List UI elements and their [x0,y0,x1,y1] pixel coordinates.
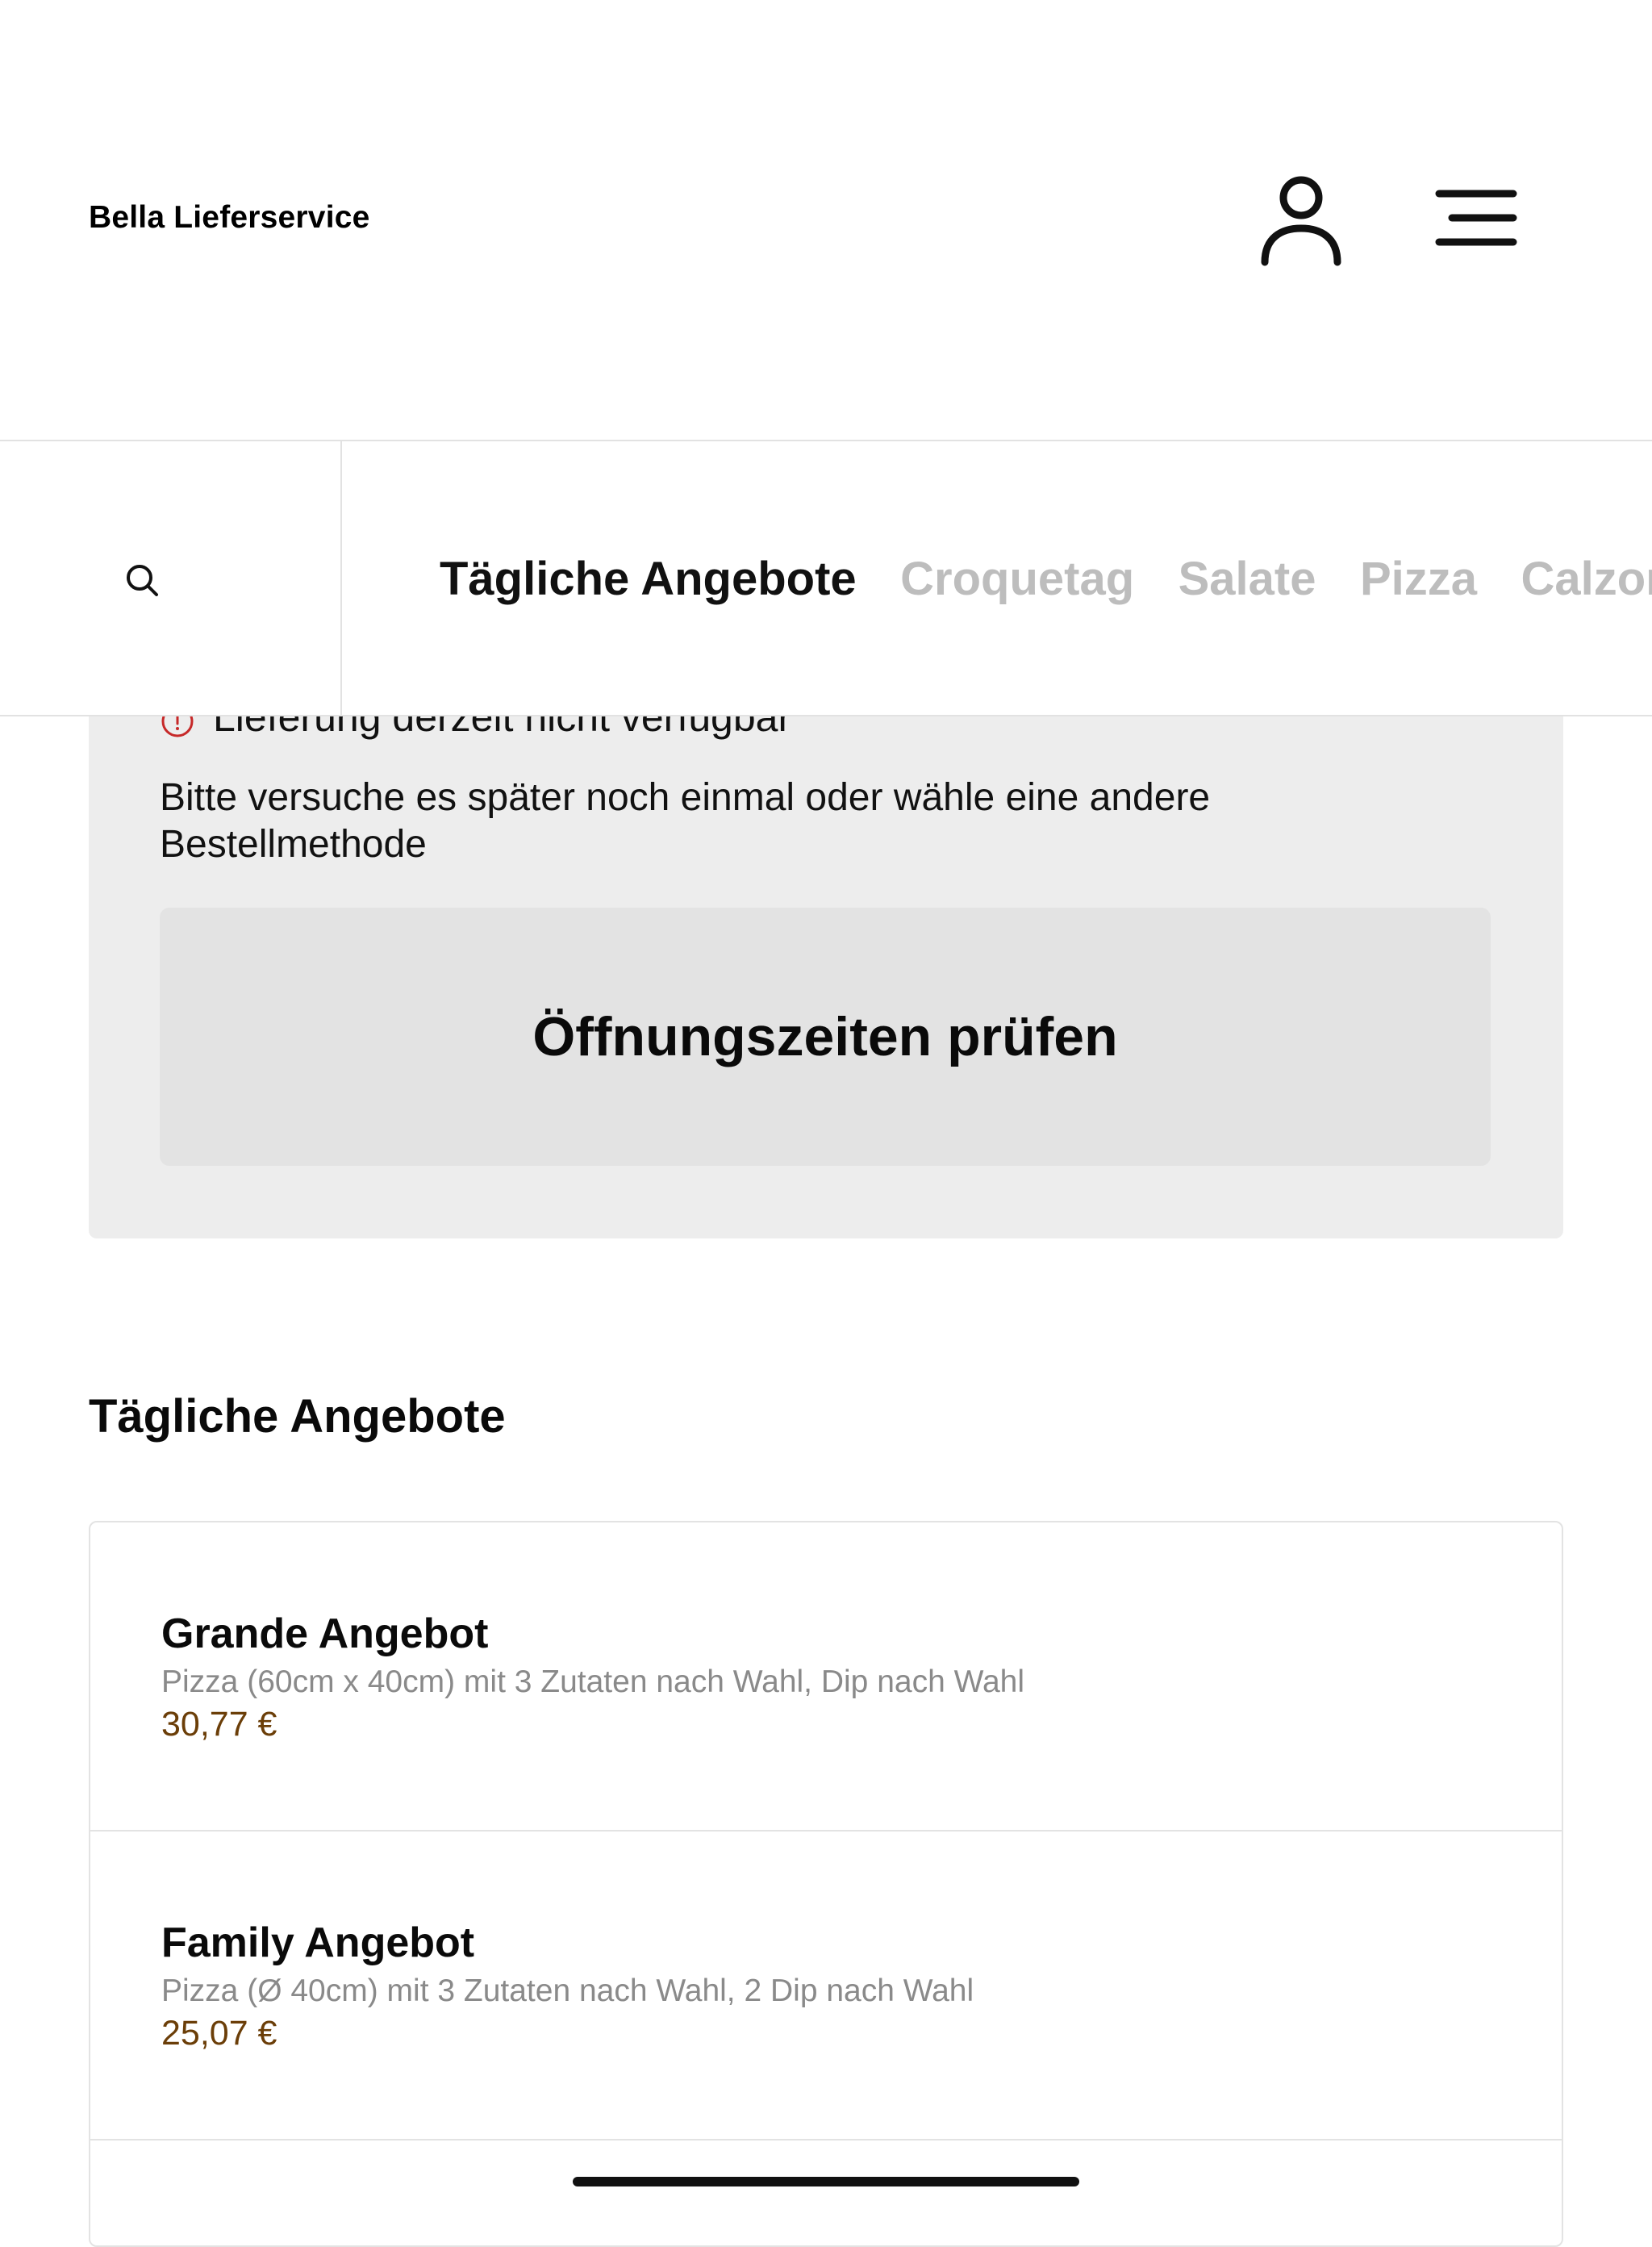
search-icon [127,565,158,596]
tab-croquetag[interactable]: Croquetag [900,441,1134,715]
delivery-notice: Lieferung derzeit nicht verfügbar Bitte … [89,662,1563,1238]
tab-salate[interactable]: Salate [1179,441,1316,715]
brand-name[interactable]: Bella Lieferservice [89,200,370,236]
home-indicator[interactable] [573,2177,1079,2186]
item-name: Family Angebot [161,1919,475,1966]
tab-pizza[interactable]: Pizza [1360,441,1477,715]
list-item[interactable]: Grande Angebot Pizza (60cm x 40cm) mit 3… [90,1522,1562,1831]
category-tabs: Tägliche Angebote Croquetag Salate Pizza… [440,441,1652,715]
notice-body: Bitte versuche es später noch einmal ode… [160,776,1211,866]
tab-taegliche-angebote[interactable]: Tägliche Angebote [440,441,857,715]
offer-list: Grande Angebot Pizza (60cm x 40cm) mit 3… [89,1521,1563,2247]
item-price: 30,77 € [161,1705,277,1744]
list-item[interactable]: Family Angebot Pizza (Ø 40cm) mit 3 Zuta… [90,1831,1562,2140]
category-nav: Tägliche Angebote Croquetag Salate Pizza… [0,440,1652,716]
search-button[interactable] [0,441,342,715]
section-title: Tägliche Angebote [89,1390,506,1443]
item-description: Pizza (60cm x 40cm) mit 3 Zutaten nach W… [161,1664,1025,1699]
item-price: 25,07 € [161,2014,277,2053]
user-icon[interactable] [1258,173,1344,266]
check-opening-hours-button[interactable]: Öffnungszeiten prüfen [160,908,1491,1166]
app-header: Bella Lieferservice [0,0,1652,440]
tab-calzone[interactable]: Calzone [1521,441,1652,715]
item-name: Grande Angebot [161,1610,489,1657]
menu-icon[interactable] [1434,189,1518,247]
item-description: Pizza (Ø 40cm) mit 3 Zutaten nach Wahl, … [161,1973,974,2008]
